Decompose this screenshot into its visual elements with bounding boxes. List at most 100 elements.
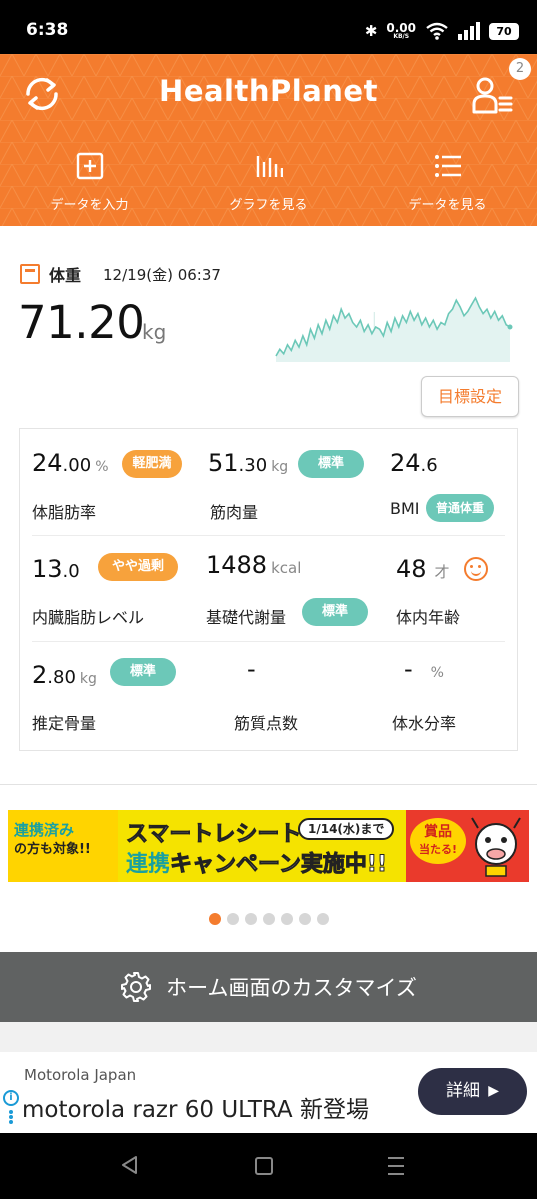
ad-details-label: 詳細 xyxy=(446,1081,480,1101)
water-value: -% xyxy=(404,655,444,683)
bone-status-badge: 標準 xyxy=(110,658,176,686)
muscle-label: 筋肉量 xyxy=(210,503,259,522)
notification-badge: 2 xyxy=(509,58,531,80)
weight-trend-sparkline[interactable] xyxy=(272,292,514,368)
smile-face-icon xyxy=(464,557,488,581)
banner-main-panel: スマートレシート 1/14(水)まで 連携キャンペーン実施中!! xyxy=(118,810,408,882)
customize-label: ホーム画面のカスタマイズ xyxy=(166,976,417,1000)
body-metrics-panel: 24.00% 軽肥満 体脂肪率 51.30 kg 標準 筋肉量 24.6 BMI … xyxy=(19,428,518,751)
ad-info-icon[interactable]: i xyxy=(3,1090,19,1106)
chevron-right-icon: ▶ xyxy=(488,1083,499,1099)
carousel-dot[interactable] xyxy=(298,913,311,925)
body-fat-value: 24.00% xyxy=(32,449,109,477)
customize-home-button[interactable]: ホーム画面のカスタマイズ xyxy=(0,952,537,1022)
weight-value: 71.20 xyxy=(18,296,145,349)
weight-unit: kg xyxy=(142,320,167,344)
body-age-number: 48 xyxy=(396,555,427,583)
carousel-dot[interactable] xyxy=(316,913,329,925)
user-menu-button[interactable] xyxy=(471,70,517,116)
body-fat-unit: % xyxy=(95,459,109,475)
scale-icon xyxy=(20,264,40,284)
bmi-label: BMI xyxy=(390,499,420,518)
ad-menu-icon[interactable] xyxy=(9,1110,13,1124)
visceral-int: 13 xyxy=(32,555,63,583)
row-divider xyxy=(32,535,505,536)
battery-icon: 70 xyxy=(489,22,519,40)
banner-highlight: 連携 xyxy=(126,852,171,877)
bmr-number: 1488 xyxy=(206,551,268,579)
page-background xyxy=(0,1022,537,1052)
bone-int: 2 xyxy=(32,661,48,689)
body-fat-label: 体脂肪率 xyxy=(32,503,97,522)
status-time: 6:38 xyxy=(26,20,69,40)
ad-details-button[interactable]: 詳細 ▶ xyxy=(418,1068,527,1115)
visceral-dec: .0 xyxy=(62,561,80,582)
banner-prize-panel: 賞品 当たる! xyxy=(406,810,529,882)
carousel-dot[interactable] xyxy=(226,913,239,925)
visceral-fat-value: 13.0 xyxy=(32,555,80,583)
body-age-label: 体内年齢 xyxy=(396,608,461,627)
user-menu-icon xyxy=(472,77,513,114)
prize-badge: 賞品 当たる! xyxy=(410,818,466,864)
network-speed-unit: KB/S xyxy=(393,33,410,40)
bmr-unit: kcal xyxy=(271,559,302,577)
campaign-banner[interactable]: 連携済み の方も対象!! スマートレシート 1/14(水)まで 連携キャンペーン… xyxy=(8,810,529,882)
body-fat-dec: .00 xyxy=(62,455,92,476)
banner-subline: 連携キャンペーン実施中!! xyxy=(126,846,387,878)
carousel-dot[interactable] xyxy=(244,913,257,925)
prize-line1: 賞品 xyxy=(424,824,452,840)
visceral-label: 内臓脂肪レベル xyxy=(32,608,145,627)
bmi-dec: .6 xyxy=(420,455,438,476)
bmr-label: 基礎代謝量 xyxy=(206,608,287,627)
bluetooth-icon: ✱ xyxy=(364,22,378,40)
carousel-dot-active[interactable] xyxy=(208,913,221,925)
advertisement[interactable]: i Motorola Japan motorola razr 60 ULTRA … xyxy=(0,1052,537,1132)
bone-label: 推定骨量 xyxy=(32,714,97,733)
visceral-status-badge: やや過剰 xyxy=(98,553,178,581)
wifi-icon xyxy=(426,22,448,40)
ad-title[interactable]: motorola razr 60 ULTRA 新登場 xyxy=(22,1090,369,1124)
banner-left-line1: 連携済み xyxy=(14,821,75,839)
carousel-dot[interactable] xyxy=(262,913,275,925)
view-data-button[interactable]: データを見る xyxy=(358,152,537,216)
bmi-int: 24 xyxy=(390,449,421,477)
view-graph-button[interactable]: グラフを見る xyxy=(179,152,358,216)
view-graph-label: グラフを見る xyxy=(229,198,308,213)
prize-line2: 当たる! xyxy=(418,843,458,856)
recent-apps-icon[interactable] xyxy=(386,1155,406,1177)
bar-graph-icon xyxy=(256,156,283,177)
status-bar: 6:38 ✱ 0.00 KB/S 70 xyxy=(0,0,537,54)
ad-sponsor: Motorola Japan xyxy=(24,1066,137,1084)
muscle-value: 51.30 kg xyxy=(208,449,288,477)
muscle-dec: .30 xyxy=(238,455,268,476)
gear-icon xyxy=(121,972,152,1002)
home-icon[interactable] xyxy=(255,1157,273,1175)
plus-square-icon xyxy=(76,152,103,180)
back-icon[interactable] xyxy=(120,1155,140,1175)
enter-data-button[interactable]: データを入力 xyxy=(0,152,179,216)
carousel-indicator xyxy=(0,913,537,925)
body-age-unit: 才 xyxy=(434,563,450,581)
bmr-status-badge: 標準 xyxy=(302,598,368,626)
view-data-label: データを見る xyxy=(408,198,487,213)
row-divider xyxy=(32,641,505,642)
weight-date: 12/19(金) 06:37 xyxy=(103,265,221,284)
carousel-dot[interactable] xyxy=(280,913,293,925)
goal-setting-button[interactable]: 目標設定 xyxy=(421,376,519,417)
bmr-value: 1488 kcal xyxy=(206,551,301,579)
banner-subline-rest: キャンペーン実施中!! xyxy=(170,852,388,878)
body-fat-int: 24 xyxy=(32,449,63,477)
muscle-quality-label: 筋質点数 xyxy=(234,714,299,733)
banner-left-line2: の方も対象!! xyxy=(14,842,91,857)
muscle-int: 51 xyxy=(208,449,239,477)
enter-data-label: データを入力 xyxy=(50,198,129,213)
body-fat-status-badge: 軽肥満 xyxy=(122,450,182,478)
status-icons: ✱ 0.00 KB/S 70 xyxy=(365,18,519,44)
muscle-unit: kg xyxy=(271,459,289,475)
list-icon xyxy=(434,155,461,177)
muscle-quality-value: - xyxy=(247,655,256,683)
muscle-status-badge: 標準 xyxy=(298,450,364,478)
body-age-value: 48 才 xyxy=(396,555,450,583)
banner-headline: スマートレシート xyxy=(125,822,302,848)
weight-header: 体重 12/19(金) 06:37 xyxy=(20,262,221,286)
